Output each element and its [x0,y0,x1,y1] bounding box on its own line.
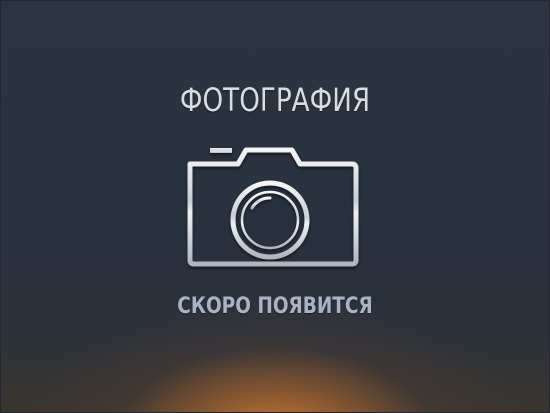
placeholder-subtitle: СКОРО ПОЯВИТСЯ [177,294,373,319]
photo-placeholder: ФОТОГРАФИЯ СКОРО ПОЯВИТСЯ [0,0,550,413]
placeholder-title: ФОТОГРАФИЯ [179,81,371,119]
camera-icon [187,147,359,267]
